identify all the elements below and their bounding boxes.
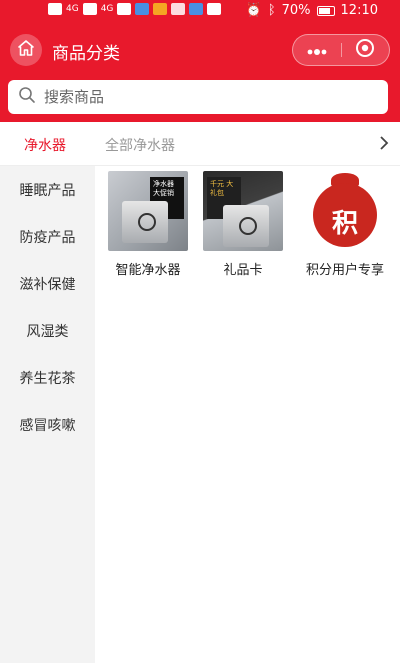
- product-card-points-exclusive[interactable]: 积 积分用户专享: [295, 171, 395, 278]
- product-grid: 净水器 大促销 智能净水器 千元 大礼包 礼品卡 积 积分用户专享: [95, 166, 400, 663]
- status-left: 4G 4G: [48, 3, 222, 15]
- page-title: 商品分类: [52, 44, 120, 64]
- battery-text: 70%: [281, 3, 311, 18]
- search-section: [0, 78, 400, 122]
- clock-time: 12:10: [340, 3, 378, 18]
- header-bar: 商品分类: [0, 22, 400, 78]
- bluetooth-icon: ᛒ: [267, 3, 276, 18]
- alarm-icon: ⏰: [245, 3, 262, 18]
- sidebar-item-epidemic-prevention[interactable]: 防疫产品: [0, 223, 95, 253]
- home-button[interactable]: [10, 34, 42, 66]
- tabs-expand-button[interactable]: [378, 135, 390, 155]
- tab-water-purifier[interactable]: 净水器: [24, 135, 66, 155]
- purifier-device-icon: [122, 201, 168, 243]
- purifier-device-icon: [223, 205, 269, 247]
- battery-icon: [316, 5, 335, 16]
- category-tabs: 净水器 全部净水器: [0, 122, 400, 166]
- network-label-2: 4G: [100, 4, 114, 14]
- more-button[interactable]: [293, 35, 341, 65]
- category-sidebar: 睡眠产品 防疫产品 滋补保健 风湿类 养生花茶 感冒咳嗽: [0, 166, 95, 663]
- sidebar-item-rheumatism[interactable]: 风湿类: [0, 317, 95, 347]
- mini-program-capsule: [292, 34, 390, 66]
- sidebar-item-health-supplements[interactable]: 滋补保健: [0, 270, 95, 300]
- signal-icon: [82, 3, 97, 15]
- more-dots-icon: [306, 41, 328, 60]
- app-icon: [135, 3, 150, 15]
- search-box[interactable]: [8, 80, 388, 114]
- sidebar-item-cold-cough[interactable]: 感冒咳嗽: [0, 411, 95, 441]
- product-name: 智能净水器: [115, 263, 181, 278]
- sidebar-item-sleep[interactable]: 睡眠产品: [0, 176, 95, 206]
- product-card-gift-card[interactable]: 千元 大礼包 礼品卡: [200, 171, 286, 278]
- app-icon: [171, 3, 186, 15]
- product-name: 礼品卡: [223, 263, 263, 278]
- network-label-1: 4G: [66, 4, 79, 14]
- product-image: 净水器 大促销: [108, 171, 188, 251]
- status-right: ⏰ ᛒ 70% 12:10: [246, 3, 378, 18]
- wifi-icon: [117, 3, 132, 15]
- points-character: 积: [331, 209, 358, 239]
- tab-all-water-purifiers[interactable]: 全部净水器: [105, 135, 175, 155]
- status-bar: 4G 4G ⏰ ᛒ 70% 12:10: [0, 0, 400, 22]
- hd-icon: [48, 3, 62, 15]
- app-icon: [189, 3, 204, 15]
- search-input[interactable]: [44, 88, 364, 106]
- product-name: 积分用户专享: [305, 263, 384, 278]
- product-image: 积: [305, 171, 385, 251]
- close-button[interactable]: [342, 35, 390, 65]
- app-icon: [153, 3, 168, 15]
- product-image: 千元 大礼包: [203, 171, 283, 251]
- target-close-icon: [355, 38, 375, 62]
- chevron-right-icon: [378, 136, 390, 155]
- sidebar-item-herbal-tea[interactable]: 养生花茶: [0, 364, 95, 394]
- chat-icon: [207, 3, 222, 15]
- product-card-smart-purifier[interactable]: 净水器 大促销 智能净水器: [105, 171, 191, 278]
- search-icon: [18, 86, 36, 108]
- home-icon: [17, 39, 35, 61]
